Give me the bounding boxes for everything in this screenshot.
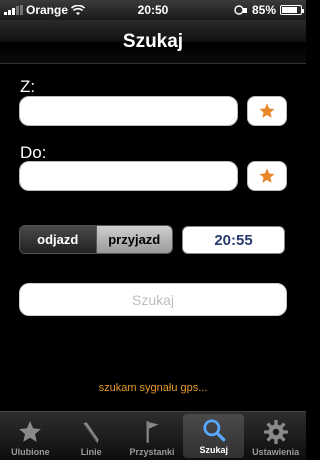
flag-icon xyxy=(146,421,159,443)
battery-icon xyxy=(280,5,304,15)
nav-bar: Szukaj xyxy=(0,20,306,64)
tab-search[interactable]: Szukaj xyxy=(183,414,245,458)
tab-label: Ustawienia xyxy=(252,447,300,457)
tab-bar: Ulubione Linie Przystanki Szukaj Ustawie… xyxy=(0,411,306,460)
tab-label: Linie xyxy=(80,447,102,457)
gear-icon xyxy=(263,420,288,444)
to-label: Do: xyxy=(20,143,47,162)
tab-label: Ulubione xyxy=(11,447,50,457)
tab-label: Szukaj xyxy=(199,445,229,455)
battery-percent: 85% xyxy=(251,3,276,17)
time-picker[interactable]: 20:55 xyxy=(182,226,285,254)
wifi-icon xyxy=(71,4,86,15)
star-icon xyxy=(259,168,275,183)
pen-icon xyxy=(83,422,99,443)
lock-rotation-icon xyxy=(234,5,247,15)
segment-departure[interactable]: odjazd xyxy=(20,226,96,253)
tab-favorites[interactable]: Ulubione xyxy=(0,412,61,460)
gps-status: szukam sygnału gps... xyxy=(98,382,208,394)
tab-settings[interactable]: Ustawienia xyxy=(245,412,306,460)
star-icon xyxy=(259,103,275,118)
to-favorite-button[interactable] xyxy=(247,161,287,191)
magnifier-icon xyxy=(203,419,226,442)
page-title: Szukaj xyxy=(122,30,184,52)
star-icon xyxy=(19,421,42,442)
tab-lines[interactable]: Linie xyxy=(61,412,122,460)
signal-icon xyxy=(4,5,23,15)
from-field[interactable] xyxy=(19,96,238,126)
carrier-name: Orange xyxy=(26,3,69,17)
to-field[interactable] xyxy=(19,161,238,191)
departure-arrival-segment: odjazd przyjazd xyxy=(19,225,173,254)
segment-arrival[interactable]: przyjazd xyxy=(95,226,172,253)
status-bar: Orange 20:50 85% xyxy=(0,0,306,20)
from-label: Z: xyxy=(20,77,36,96)
tab-stops[interactable]: Przystanki xyxy=(122,412,183,460)
from-favorite-button[interactable] xyxy=(247,96,287,126)
tab-label: Przystanki xyxy=(129,447,175,457)
search-button[interactable]: Szukaj xyxy=(19,283,287,316)
